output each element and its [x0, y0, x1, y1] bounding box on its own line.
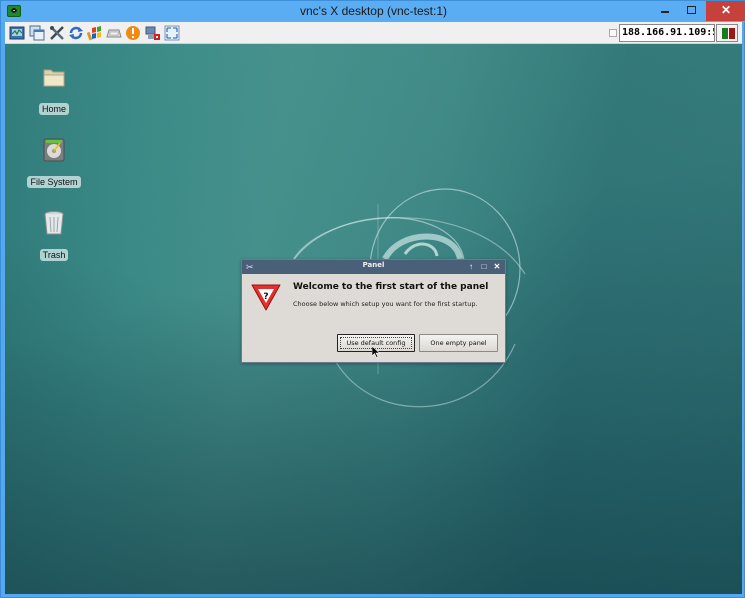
shade-up-icon[interactable]: ↑	[465, 260, 477, 274]
close-button[interactable]: ✕	[706, 1, 745, 21]
one-empty-panel-button[interactable]: One empty panel	[419, 334, 498, 352]
vnc-toolbar: 188.166.91.109:590	[5, 22, 742, 44]
send-keys-icon[interactable]	[106, 25, 122, 41]
remote-desktop[interactable]: Home File System Trash ✂ Panel ↑ □ ✕ ? W…	[5, 44, 742, 594]
dialog-close-icon[interactable]: ✕	[491, 260, 503, 274]
host-address-field[interactable]: 188.166.91.109:590	[619, 24, 715, 42]
mouse-cursor-icon	[372, 346, 380, 358]
svg-text:?: ?	[263, 292, 268, 302]
dialog-titlebar[interactable]: ✂ Panel ↑ □ ✕	[242, 260, 505, 274]
connection-status-indicator	[716, 24, 738, 42]
close-icon: ✕	[720, 3, 732, 17]
window-titlebar[interactable]: vnc's X desktop (vnc-test:1) ✕	[1, 1, 745, 22]
refresh-icon[interactable]	[68, 25, 84, 41]
panel-welcome-dialog: ✂ Panel ↑ □ ✕ ? Welcome to the first sta…	[241, 259, 506, 363]
options-icon[interactable]	[9, 25, 25, 41]
question-warning-icon: ?	[251, 284, 281, 311]
maximize-icon	[687, 6, 696, 14]
drive-icon	[43, 138, 65, 162]
fullscreen-icon[interactable]	[164, 25, 180, 41]
desktop-icon-home[interactable]: Home	[24, 64, 84, 117]
desktop-icon-trash[interactable]: Trash	[24, 210, 84, 263]
dialog-maximize-icon[interactable]: □	[478, 260, 490, 274]
window-title: vnc's X desktop (vnc-test:1)	[299, 4, 447, 18]
vnc-viewer-window: vnc's X desktop (vnc-test:1) ✕ 188.166.9…	[0, 0, 745, 598]
minimize-icon	[661, 11, 669, 13]
dialog-heading: Welcome to the first start of the panel	[293, 282, 489, 292]
folder-icon	[43, 69, 65, 87]
connection-info-icon[interactable]	[29, 25, 45, 41]
alert-icon[interactable]	[125, 25, 141, 41]
settings-tools-icon[interactable]	[49, 25, 65, 41]
desktop-icon-label: File System	[27, 176, 81, 188]
dialog-message: Choose below which setup you want for th…	[293, 300, 478, 308]
disconnect-icon[interactable]	[145, 25, 161, 41]
desktop-icon-file-system[interactable]: File System	[24, 137, 84, 190]
send-ctrl-alt-del-icon[interactable]	[87, 25, 103, 41]
host-checkbox[interactable]	[609, 29, 617, 37]
maximize-button[interactable]	[679, 1, 705, 21]
status-red-icon	[729, 28, 735, 39]
status-green-icon	[722, 28, 728, 39]
minimize-button[interactable]	[653, 1, 679, 21]
desktop-icon-label: Home	[38, 103, 69, 115]
trash-icon	[44, 211, 64, 235]
desktop-icon-label: Trash	[39, 249, 69, 261]
